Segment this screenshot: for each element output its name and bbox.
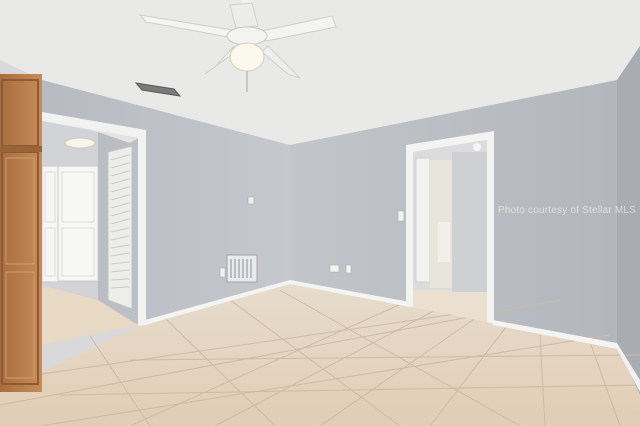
closet-door-right	[57, 165, 99, 282]
fan-light-globe	[229, 42, 265, 72]
light-switch	[397, 210, 405, 222]
hallway-ceiling-light	[64, 137, 96, 149]
bathroom-light	[473, 143, 481, 151]
right-wall	[617, 46, 640, 395]
watermark-text: Photo courtesy of Stellar MLS	[497, 205, 636, 216]
bathroom-side-wall	[452, 152, 487, 292]
wall-outlet-back	[329, 264, 340, 273]
bathroom-inner-door	[415, 157, 431, 283]
louvered-door	[107, 145, 133, 310]
wall-outlet-left	[219, 267, 226, 278]
room-photo: Photo courtesy of Stellar MLS	[0, 0, 640, 426]
thermostat	[247, 196, 255, 205]
wall-outlet-back-2	[345, 264, 352, 274]
closet-door-left	[41, 165, 59, 283]
